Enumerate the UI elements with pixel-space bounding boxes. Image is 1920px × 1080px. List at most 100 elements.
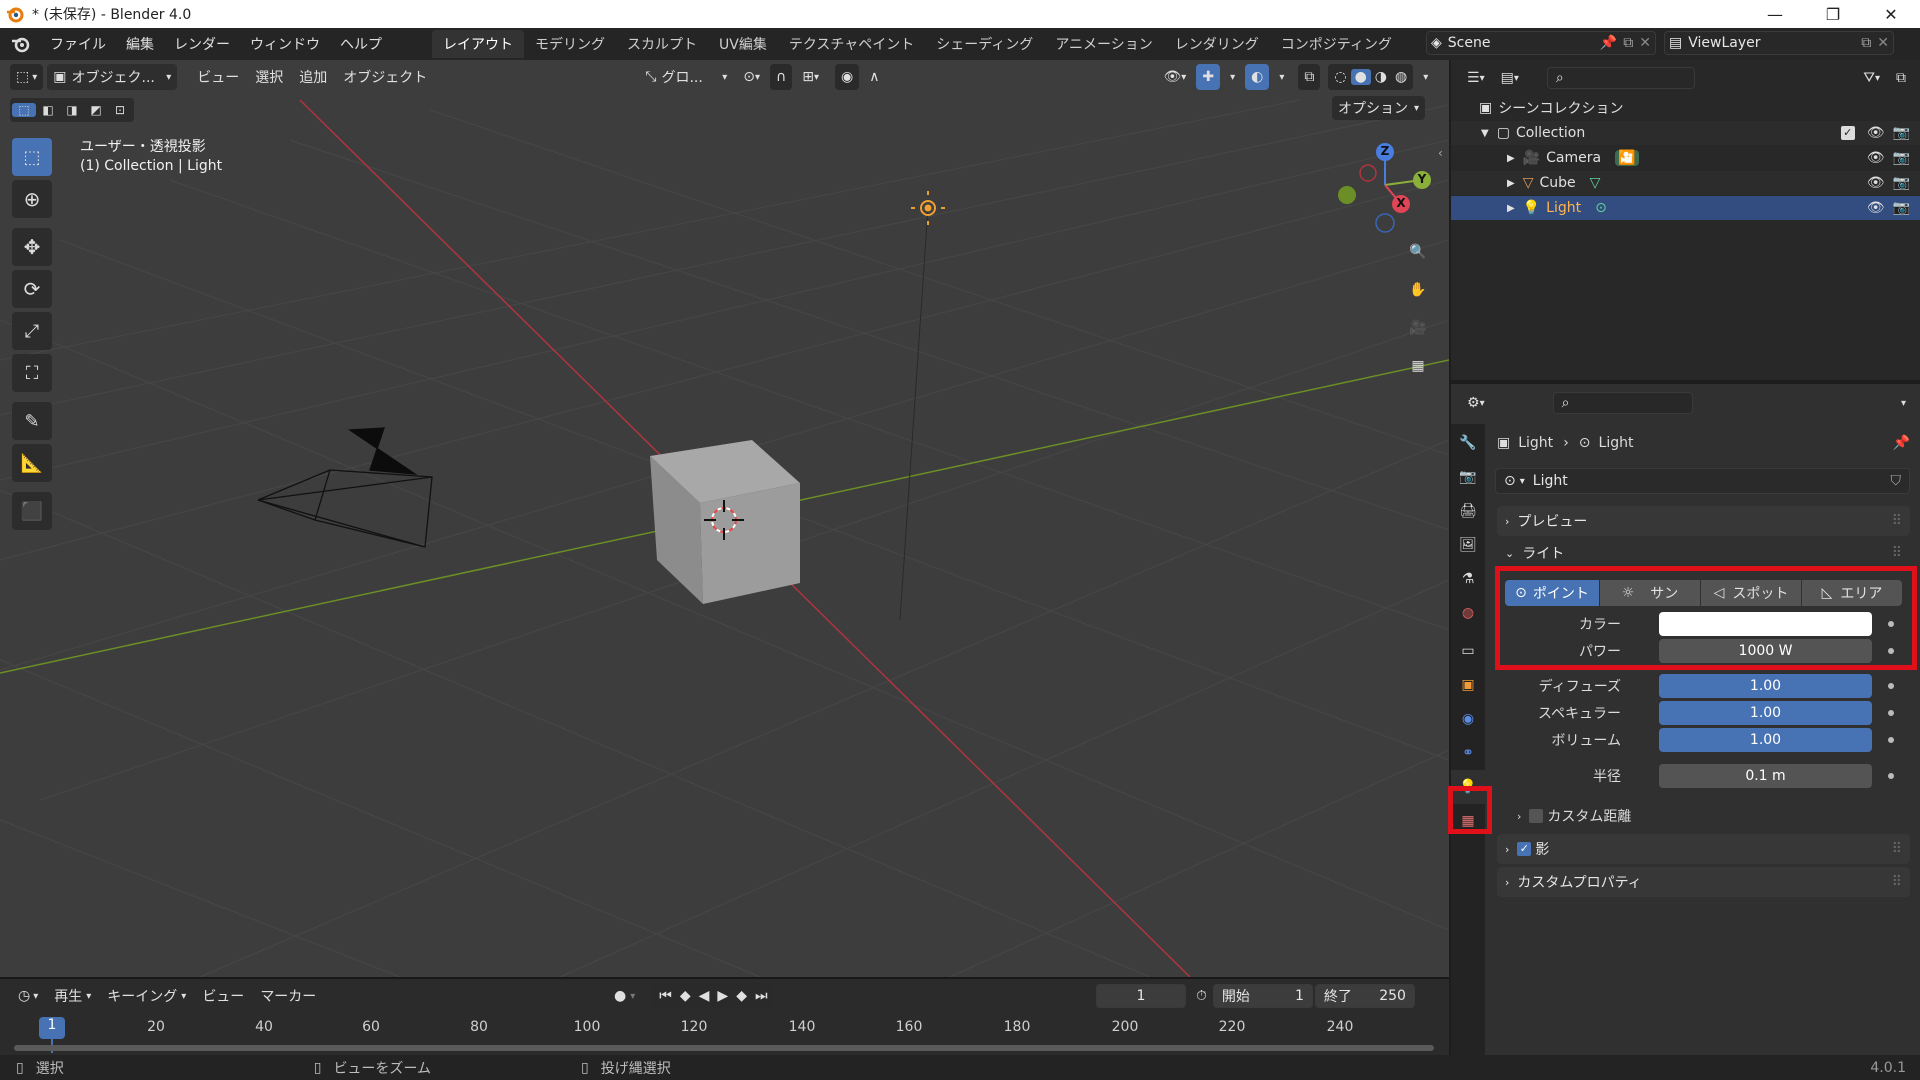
animate-dot[interactable] (1888, 737, 1894, 743)
timeline-view-menu[interactable]: ビュー (194, 983, 252, 1009)
select-invert-icon[interactable]: ◩ (84, 103, 108, 117)
overlay-toggle[interactable]: ◐ (1245, 64, 1270, 90)
timeline-editor[interactable]: ◷ ▾ 再生 ▾ キーイング ▾ ビュー マーカー ● ▾ ⏮ ◆ ◀ ▶ ◆ ⏭ 1 … (0, 977, 1449, 1055)
gizmo-x-label[interactable]: X (1395, 196, 1407, 210)
falloff-button[interactable]: ∧ (863, 64, 885, 90)
zoom-button[interactable]: 🔍 (1402, 236, 1434, 268)
outliner-row-light[interactable]: ▶ 💡 Light ⊙ 👁 📷 (1451, 196, 1920, 220)
timeline-scrollbar[interactable] (14, 1045, 1434, 1051)
properties-options-icon[interactable]: ▾ (1901, 398, 1906, 409)
delete-view-layer-icon[interactable]: ✕ (1877, 35, 1889, 51)
radius-field[interactable]: 0.1 m (1659, 764, 1872, 788)
annotate-tool[interactable]: ✎ (12, 402, 52, 440)
blender-menu-icon[interactable] (10, 33, 32, 55)
end-frame-field[interactable]: 終了 250 (1314, 984, 1415, 1008)
rendered-shading-icon[interactable]: ◍ (1391, 69, 1411, 85)
render-camera-icon[interactable]: 📷 (1893, 125, 1910, 141)
animate-dot[interactable] (1888, 773, 1894, 779)
auto-keying-toggle[interactable]: ● ▾ (608, 983, 641, 1009)
expand-icon[interactable]: ▶ (1507, 203, 1515, 214)
expand-icon[interactable]: ▶ (1507, 153, 1515, 164)
tab-animation[interactable]: アニメーション (1044, 30, 1163, 58)
volume-slider[interactable]: 1.00 (1659, 728, 1872, 752)
tab-modeling[interactable]: モデリング (524, 30, 616, 58)
outliner-row-collection[interactable]: ▼ ▢ Collection ✓ 👁 📷 (1451, 121, 1920, 145)
visibility-eye-icon[interactable]: 👁 (1867, 200, 1885, 216)
solid-shading-icon[interactable]: ● (1350, 69, 1371, 85)
overlay-menu[interactable]: ▾ (1273, 64, 1290, 90)
outliner-row-cube[interactable]: ▶ ▽ Cube ▽ 👁 📷 (1451, 171, 1920, 195)
mode-selector[interactable]: ▣ オブジェク... ▾ (47, 64, 178, 90)
object-menu[interactable]: オブジェクト (335, 64, 435, 90)
measure-tool[interactable]: 📐 (12, 444, 52, 482)
play-reverse-icon[interactable]: ◀ (699, 988, 710, 1004)
frame-ruler[interactable]: 1 20 40 60 80 100 120 140 160 180 200 22… (10, 1011, 1440, 1053)
play-icon[interactable]: ▶ (717, 988, 728, 1004)
select-extend-icon[interactable]: ◧ (36, 103, 60, 117)
stopwatch-icon[interactable]: ⏱ (1196, 988, 1207, 1004)
gizmo-z-label[interactable]: Z (1379, 144, 1391, 158)
proportional-edit-toggle[interactable]: ◉ (835, 64, 860, 90)
cursor-tool[interactable]: ⊕ (12, 180, 52, 218)
render-camera-icon[interactable]: 📷 (1893, 200, 1910, 216)
playhead[interactable]: 1 (39, 1017, 65, 1039)
add-cube-tool[interactable]: ⬛ (12, 492, 52, 530)
light-datablock-selector[interactable]: ⊙ ▾ Light ⛉ (1495, 468, 1910, 494)
tab-layout[interactable]: レイアウト (432, 30, 524, 58)
outliner[interactable]: ☰ ▾ ▤ ▾ ⌕ ⛛ ▾ ⧉ ▣ シーンコレクション ▼ ▢ Collection … (1451, 60, 1920, 380)
scale-tool[interactable]: ⤢ (12, 312, 52, 350)
render-tab[interactable]: 📷 (1451, 460, 1485, 494)
transform-tool[interactable]: ⛶ (12, 354, 52, 392)
select-box-tool[interactable]: ⬚ (12, 138, 52, 176)
gizmo-menu[interactable]: ▾ (1224, 64, 1241, 90)
next-keyframe-icon[interactable]: ◆ (736, 988, 747, 1004)
pan-button[interactable]: ✋ (1402, 274, 1434, 306)
breadcrumb-object[interactable]: Light (1518, 435, 1553, 451)
options-dropdown[interactable]: オプション ▾ (1332, 96, 1426, 120)
camera-view-button[interactable]: 🎥 (1402, 312, 1434, 344)
properties-search[interactable]: ⌕ (1552, 392, 1693, 414)
marker-menu[interactable]: マーカー (252, 983, 324, 1009)
jump-end-icon[interactable]: ⏭ (755, 988, 768, 1004)
tab-compositing[interactable]: コンポジティング (1270, 30, 1403, 58)
scene-tab[interactable]: ⚗ (1451, 562, 1485, 596)
pin-icon[interactable]: 📌 (1893, 435, 1910, 451)
render-camera-icon[interactable]: 📷 (1893, 150, 1910, 166)
specular-slider[interactable]: 1.00 (1659, 701, 1872, 725)
tab-uv-editing[interactable]: UV編集 (708, 30, 778, 58)
visibility-button[interactable]: 👁 ▾ (1158, 64, 1193, 90)
outliner-row-camera[interactable]: ▶ 🎥 Camera 🎦 👁 📷 (1451, 146, 1920, 170)
tab-rendering[interactable]: レンダリング (1164, 30, 1270, 58)
view-menu[interactable]: ビュー (189, 64, 247, 90)
visibility-eye-icon[interactable]: 👁 (1867, 125, 1885, 141)
start-frame-field[interactable]: 開始 1 (1212, 984, 1313, 1008)
outliner-editor-type[interactable]: ☰ ▾ (1461, 65, 1491, 91)
diffuse-slider[interactable]: 1.00 (1659, 674, 1872, 698)
new-collection-button[interactable]: ⧉ (1890, 65, 1912, 91)
delete-scene-icon[interactable]: ✕ (1639, 35, 1651, 51)
properties-editor-type[interactable]: ⚙ ▾ (1461, 390, 1491, 416)
panel-preview[interactable]: › プレビュー ⠿ (1497, 506, 1910, 536)
tab-sculpt[interactable]: スカルプト (616, 30, 708, 58)
panel-custom-properties[interactable]: › カスタムプロパティ ⠿ (1497, 867, 1910, 897)
maximize-button[interactable]: ❐ (1804, 0, 1862, 28)
gizmo-toggle[interactable]: ✚ (1196, 64, 1221, 90)
animate-dot[interactable] (1888, 710, 1894, 716)
new-scene-icon[interactable]: ⧉ (1623, 35, 1633, 51)
transform-orientation-selector[interactable]: ⤡ グロ... ▾ (639, 64, 733, 90)
filter-button[interactable]: ⛛ ▾ (1857, 65, 1886, 91)
menu-render[interactable]: レンダー (164, 30, 240, 58)
select-intersect-icon[interactable]: ⊡ (108, 103, 132, 117)
pivot-point-button[interactable]: ⊙ ▾ (737, 64, 766, 90)
material-shading-icon[interactable]: ◑ (1371, 69, 1391, 85)
menu-file[interactable]: ファイル (40, 30, 116, 58)
menu-help[interactable]: ヘルプ (330, 30, 392, 58)
menu-window[interactable]: ウィンドウ (240, 30, 330, 58)
breadcrumb-data[interactable]: Light (1599, 435, 1634, 451)
animate-dot[interactable] (1888, 683, 1894, 689)
shadow-checkbox[interactable]: ✓ (1517, 842, 1532, 856)
close-button[interactable]: ✕ (1862, 0, 1920, 28)
output-tab[interactable]: 🖨 (1451, 494, 1485, 528)
view-layer-selector[interactable]: ▤ ViewLayer ⧉ ✕ (1664, 31, 1894, 55)
visibility-eye-icon[interactable]: 👁 (1867, 175, 1885, 191)
